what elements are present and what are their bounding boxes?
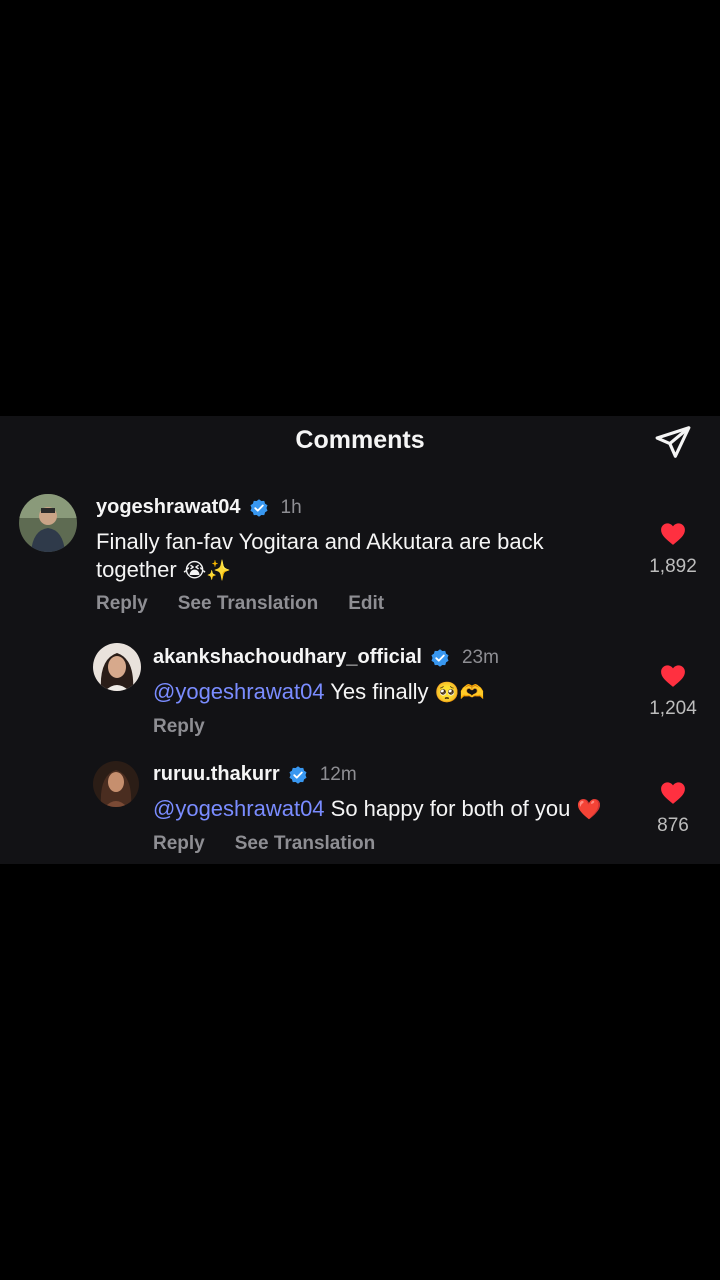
mention-link[interactable]: @yogeshrawat04 bbox=[153, 796, 325, 821]
comment-actions: Reply See Translation bbox=[153, 833, 405, 855]
comment-header: ruruu.thakurr 12m bbox=[153, 763, 357, 786]
see-translation-button[interactable]: See Translation bbox=[235, 833, 375, 855]
timestamp: 12m bbox=[319, 763, 357, 785]
like-column: 876 bbox=[638, 781, 708, 837]
emoji: ❤️ bbox=[576, 797, 602, 821]
reply-button[interactable]: Reply bbox=[153, 833, 205, 855]
comment-body: So happy for both of you bbox=[324, 796, 577, 821]
avatar[interactable] bbox=[93, 761, 139, 807]
heart-icon[interactable] bbox=[660, 781, 686, 805]
verified-badge-icon bbox=[289, 765, 307, 784]
reply-item: ruruu.thakurr 12m @yogeshrawat04 So happ… bbox=[0, 416, 720, 864]
username[interactable]: ruruu.thakurr bbox=[153, 763, 280, 786]
like-count: 876 bbox=[657, 815, 689, 836]
comment-text: @yogeshrawat04 So happy for both of you … bbox=[153, 795, 633, 823]
comments-panel: Comments yogeshrawat04 1h Finally fan-fa… bbox=[0, 416, 720, 864]
screen: Comments yogeshrawat04 1h Finally fan-fa… bbox=[0, 0, 720, 1280]
